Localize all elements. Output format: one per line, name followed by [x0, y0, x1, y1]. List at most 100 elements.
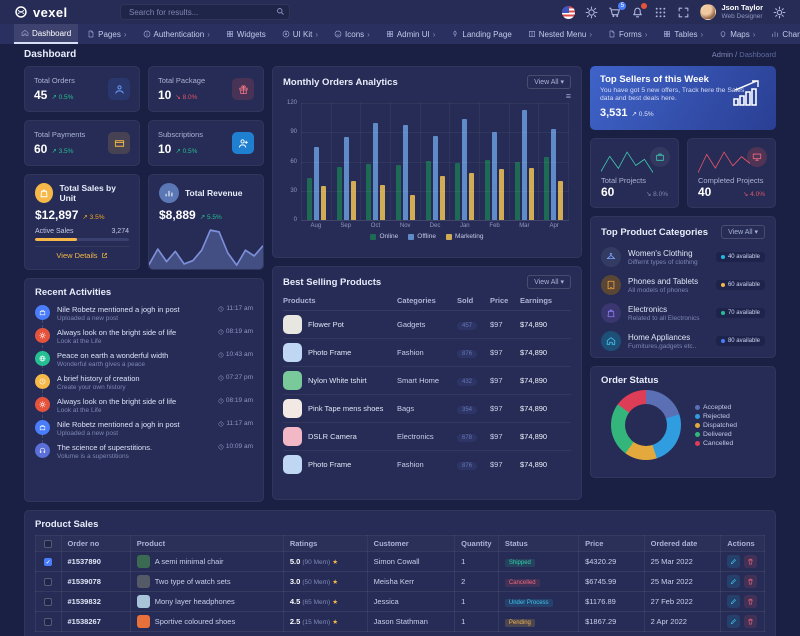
nav-item-forms[interactable]: Forms› — [601, 24, 654, 44]
activity-subtitle: Uploaded a new post — [57, 430, 211, 437]
select-all-checkbox[interactable] — [44, 540, 52, 548]
donut-legend-item-cancelled: Cancelled — [695, 440, 737, 447]
fullscreen-icon[interactable] — [677, 6, 690, 19]
order-no: #1539078 — [68, 577, 101, 586]
table-header-Product: Product — [130, 536, 283, 552]
stat-label: Total Orders — [34, 76, 75, 85]
order-status-card: Order Status AcceptedRejectedDispatchedD… — [590, 366, 776, 478]
activity-time: 08:19 am — [218, 397, 253, 404]
category-availability-badge: 60 available — [716, 280, 765, 290]
categories-view-all-button[interactable]: View All ▾ — [721, 225, 765, 239]
bar-offline — [492, 132, 497, 220]
badge-text: 70 available — [728, 310, 760, 316]
language-flag-icon[interactable] — [562, 6, 575, 19]
chart-menu-icon[interactable]: ≡ — [283, 93, 571, 99]
order-status-title: Order Status — [601, 375, 765, 386]
quantity-cell: 1 — [455, 612, 499, 632]
monthly-view-all-button[interactable]: View All ▾ — [527, 75, 571, 89]
view-details-link[interactable]: View Details — [35, 246, 129, 260]
project-card-completed-projects: Completed Projects40↘ 4.0% — [687, 138, 776, 208]
row-checkbox[interactable] — [44, 578, 52, 586]
search-input[interactable] — [120, 4, 290, 20]
top-categories-card: Top Product Categories View All ▾ Women'… — [590, 216, 776, 358]
brand[interactable]: vexel — [14, 5, 110, 20]
edit-button[interactable] — [727, 555, 740, 568]
row-actions — [727, 595, 758, 608]
stat-text: Total Payments60↗ 3.5% — [34, 130, 85, 156]
activity-time: 07:27 pm — [218, 374, 253, 381]
nav-item-widgets[interactable]: Widgets — [219, 24, 273, 44]
product-cell: Flower Pot — [283, 315, 397, 334]
edit-button[interactable] — [727, 575, 740, 588]
category-text: Women's ClothingDiffernt types of clothi… — [628, 249, 709, 266]
activity-title: Always look on the bright side of life — [57, 328, 211, 337]
nav-item-label: UI Kit — [293, 30, 313, 39]
nav-item-icons[interactable]: Icons› — [327, 24, 377, 44]
delete-button[interactable] — [744, 595, 757, 608]
product-thumbnail — [137, 575, 150, 588]
stat-card-total-payments: Total Payments60↗ 3.5% — [24, 120, 140, 166]
row-checkbox[interactable] — [44, 598, 52, 606]
activity-time: 11:17 am — [218, 305, 253, 312]
notifications-bell-icon[interactable] — [631, 6, 644, 19]
recent-activities-list: Nile Robetz mentioned a jogh in postUplo… — [35, 302, 253, 463]
activity-item: Nile Robetz mentioned a jogh in postUplo… — [35, 417, 253, 440]
row-checkbox[interactable]: ✓ — [44, 558, 52, 566]
donut-legend-item-dispatched: Dispatched — [695, 422, 737, 429]
top-sellers-desc: You have got 5 new offers, Track here th… — [600, 87, 750, 104]
brand-logo-icon — [14, 5, 28, 19]
apps-grid-icon[interactable] — [654, 6, 667, 19]
active-sales-label: Active Sales — [35, 228, 74, 235]
clock-icon — [218, 329, 224, 335]
edit-button[interactable] — [727, 615, 740, 628]
product-cell-inner: A semi minimal chair — [137, 555, 277, 568]
nav-item-landing-page[interactable]: Landing Page — [444, 24, 518, 44]
nav-item-pages[interactable]: Pages› — [80, 24, 133, 44]
nav-item-authentication[interactable]: Authentication› — [136, 24, 217, 44]
top-header: vexel 5 Json Taylor Web Designer — [0, 0, 800, 24]
nav-item-admin-ui[interactable]: Admin UI› — [379, 24, 443, 44]
compass-icon — [282, 30, 290, 38]
delete-button[interactable] — [744, 575, 757, 588]
theme-toggle-sun-icon[interactable] — [585, 6, 598, 19]
file-icon — [608, 30, 616, 38]
project-trend: ↘ 4.0% — [743, 190, 765, 198]
star-icon: ★ — [332, 619, 338, 626]
nav-item-dashboard[interactable]: Dashboard — [14, 24, 78, 44]
nav-item-tables[interactable]: Tables› — [656, 24, 710, 44]
card-icon — [108, 132, 130, 154]
search-box — [120, 4, 290, 20]
nav-item-maps[interactable]: Maps› — [712, 24, 762, 44]
product-name: Photo Frame — [308, 460, 351, 469]
chevron-right-icon: › — [367, 30, 370, 39]
edit-button[interactable] — [727, 595, 740, 608]
ratings-cell: 3.0 (50 Mem) ★ — [283, 572, 367, 592]
delete-button[interactable] — [744, 555, 757, 568]
bar-marketing — [529, 168, 534, 220]
row-actions — [727, 555, 758, 568]
best-selling-view-all-button[interactable]: View All ▾ — [527, 275, 571, 289]
row-checkbox[interactable] — [44, 618, 52, 626]
breadcrumb-page: Dashboard — [739, 50, 776, 59]
search-icon[interactable] — [276, 7, 285, 16]
settings-gear-icon[interactable] — [773, 6, 786, 19]
bar-marketing — [469, 173, 474, 220]
nav-item-label: Tables — [674, 30, 697, 39]
best-selling-row: Photo FrameFashion876$97$74,890 — [283, 451, 571, 478]
product-thumbnail — [137, 555, 150, 568]
delete-button[interactable] — [744, 615, 757, 628]
status-dot — [721, 255, 725, 259]
nav-item-charts[interactable]: Charts› — [764, 24, 800, 44]
cart-icon[interactable]: 5 — [608, 6, 621, 19]
user-menu[interactable]: Json Taylor Web Designer — [700, 4, 763, 20]
bar-offline — [373, 123, 378, 221]
category-availability-badge: 70 available — [716, 308, 765, 318]
top-sellers-card: Top Sellers of this Week You have got 5 … — [590, 66, 776, 130]
nav-item-ui-kit[interactable]: UI Kit› — [275, 24, 325, 44]
stat-trend: ↗ 0.5% — [51, 93, 73, 101]
nav-item-nested-menu[interactable]: Nested Menu› — [521, 24, 599, 44]
activity-time: 08:19 am — [218, 328, 253, 335]
breadcrumb-section[interactable]: Admin — [712, 50, 733, 59]
best-selling-header: Products — [283, 296, 397, 305]
product-thumbnail — [283, 371, 302, 390]
